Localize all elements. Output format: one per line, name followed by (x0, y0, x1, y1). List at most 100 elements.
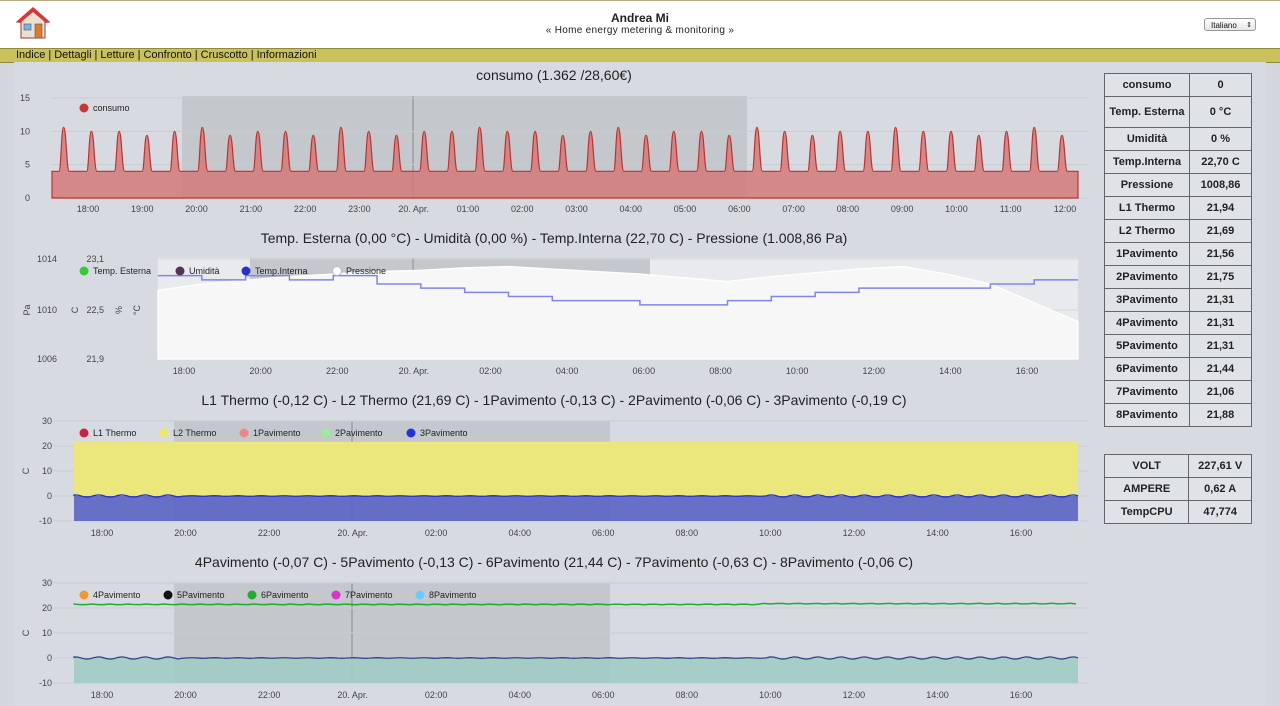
chart-thermo[interactable]: -10 0 10 20 30 C 18:00 20:00 22:00 20. Apr. 02:00 0… (21, 416, 1088, 538)
legend-marker (321, 428, 331, 438)
charts-canvas[interactable]: 0 5 10 15 18:00 19:00 20:00 21:00 22:00 23:00 20. … (0, 0, 1100, 706)
x-tick-label: 20:00 (185, 204, 208, 214)
negative-area (74, 496, 1078, 521)
y-tick-label-pressure: 1006 (37, 354, 57, 364)
y-tick-label-temp: 21,9 (86, 354, 104, 364)
x-tick-label: 18:00 (173, 366, 196, 376)
x-tick-label: 11:00 (1000, 204, 1022, 214)
legend-label: 5Pavimento (177, 590, 225, 600)
sensor-row: Temp. Esterna 0 °C (1103, 96, 1252, 128)
language-select[interactable]: Italiano ⇕ (1204, 18, 1256, 31)
legend-marker (175, 266, 185, 276)
sensor-row: 5Pavimento 21,31 (1103, 334, 1252, 358)
legend-label: Umidità (189, 266, 220, 276)
chart-consumo[interactable]: 0 5 10 15 18:00 19:00 20:00 21:00 22:00 23:00 20. … (20, 93, 1088, 214)
legend-label: Pressione (346, 266, 386, 276)
y-tick-label: 0 (47, 653, 52, 663)
y-tick-label: 20 (42, 441, 52, 451)
x-tick-label: 16:00 (1016, 366, 1039, 376)
sensor-value: 21,31 (1189, 311, 1252, 335)
x-tick-label: 22:00 (294, 204, 317, 214)
sensor-table: consumo 0 Temp. Esterna 0 °C Umidità 0 % Temp.… (1103, 73, 1252, 427)
x-tick-label: 14:00 (926, 690, 949, 700)
x-tick-label: 06:00 (728, 204, 751, 214)
x-tick-label: 16:00 (1010, 528, 1033, 538)
y-tick-label-temp: 22,5 (86, 305, 104, 315)
legend-marker (163, 590, 173, 600)
legend-label: 4Pavimento (93, 590, 141, 600)
x-tick-label: 01:00 (457, 204, 480, 214)
x-tick-label: 08:00 (676, 528, 699, 538)
electrical-table: VOLT 227,61 V AMPERE 0,62 A TempCPU 47,774 (1103, 454, 1252, 524)
sensor-value: 47,774 (1188, 500, 1252, 524)
y-tick-label: 15 (20, 93, 30, 103)
sensor-label: Umidità (1103, 127, 1191, 151)
x-tick-label: 18:00 (91, 690, 114, 700)
sensor-row: 4Pavimento 21,31 (1103, 311, 1252, 335)
sensor-label: consumo (1103, 73, 1191, 97)
y-axis-unit: C (70, 306, 80, 313)
y-tick-label: -10 (39, 516, 52, 526)
sensor-label: 5Pavimento (1103, 334, 1191, 358)
legend-marker (79, 266, 89, 276)
legend-marker (406, 428, 416, 438)
sensor-value: 21,06 (1189, 380, 1252, 404)
negative-area (74, 658, 1078, 683)
x-tick-label: 18:00 (77, 204, 100, 214)
x-tick-label: 12:00 (843, 690, 866, 700)
x-tick-label: 02:00 (425, 528, 448, 538)
x-tick-label: 04:00 (508, 528, 531, 538)
x-tick-label: 10:00 (786, 366, 809, 376)
x-tick-label: 12:00 (1054, 204, 1077, 214)
y-tick-label-pressure: 1014 (37, 254, 57, 264)
sensor-label: 4Pavimento (1103, 311, 1191, 335)
legend-label: 2Pavimento (335, 428, 383, 438)
sensor-value: 0 °C (1189, 96, 1252, 128)
y-tick-label: 20 (42, 603, 52, 613)
sensor-label: Temp.Interna (1103, 150, 1191, 174)
sensor-value: 22,70 C (1189, 150, 1252, 174)
sensor-value: 21,69 (1189, 219, 1252, 243)
y-tick-label: 30 (42, 416, 52, 426)
sensor-value: 1008,86 (1189, 173, 1252, 197)
y-tick-label: 5 (25, 160, 30, 170)
sensor-label: L1 Thermo (1103, 196, 1191, 220)
y-axis-unit: C (21, 467, 31, 474)
sensor-row: 8Pavimento 21,88 (1103, 403, 1252, 427)
legend-label: Temp. Esterna (93, 266, 151, 276)
chart-pavimento[interactable]: -10 0 10 20 30 C 18:00 20:00 22:00 20. Apr. 02:00 0… (21, 578, 1088, 700)
x-tick-label: 20:00 (249, 366, 272, 376)
legend-label: 3Pavimento (420, 428, 468, 438)
chart-temperature[interactable]: 1006 1010 1014 21,9 22,5 23,1 Pa C% °C 18:00 20:00… (22, 254, 1079, 376)
sensor-label: L2 Thermo (1103, 219, 1191, 243)
sensor-row: Umidità 0 % (1103, 127, 1252, 151)
l2-thermo-area (74, 441, 1078, 496)
sensor-row: 3Pavimento 21,31 (1103, 288, 1252, 312)
sensor-row: consumo 0 (1103, 73, 1252, 97)
y-tick-label: 10 (42, 466, 52, 476)
sensor-row: 2Pavimento 21,75 (1103, 265, 1252, 289)
legend-marker (241, 266, 251, 276)
sensor-value: 21,94 (1189, 196, 1252, 220)
sensor-row: L1 Thermo 21,94 (1103, 196, 1252, 220)
sensor-value: 0 (1189, 73, 1252, 97)
sensor-row: 1Pavimento 21,56 (1103, 242, 1252, 266)
x-tick-label: 02:00 (511, 204, 534, 214)
y-tick-label: 0 (47, 491, 52, 501)
sensor-label: 6Pavimento (1103, 357, 1191, 381)
sensor-row: 7Pavimento 21,06 (1103, 380, 1252, 404)
sensor-label: 3Pavimento (1103, 288, 1191, 312)
y-axis-unit: Pa (22, 304, 32, 315)
sensor-row: 6Pavimento 21,44 (1103, 357, 1252, 381)
legend-marker (239, 428, 249, 438)
x-tick-label: 22:00 (258, 528, 281, 538)
sensor-row: Pressione 1008,86 (1103, 173, 1252, 197)
x-tick-label: 03:00 (565, 204, 588, 214)
sensor-label: VOLT (1103, 454, 1190, 478)
y-axis-unit: C (21, 629, 31, 636)
sensor-value: 0,62 A (1188, 477, 1252, 501)
x-tick-label: 19:00 (131, 204, 154, 214)
sensor-row: VOLT 227,61 V (1103, 454, 1252, 478)
sensor-value: 21,31 (1189, 334, 1252, 358)
y-tick-label: 10 (20, 126, 30, 136)
